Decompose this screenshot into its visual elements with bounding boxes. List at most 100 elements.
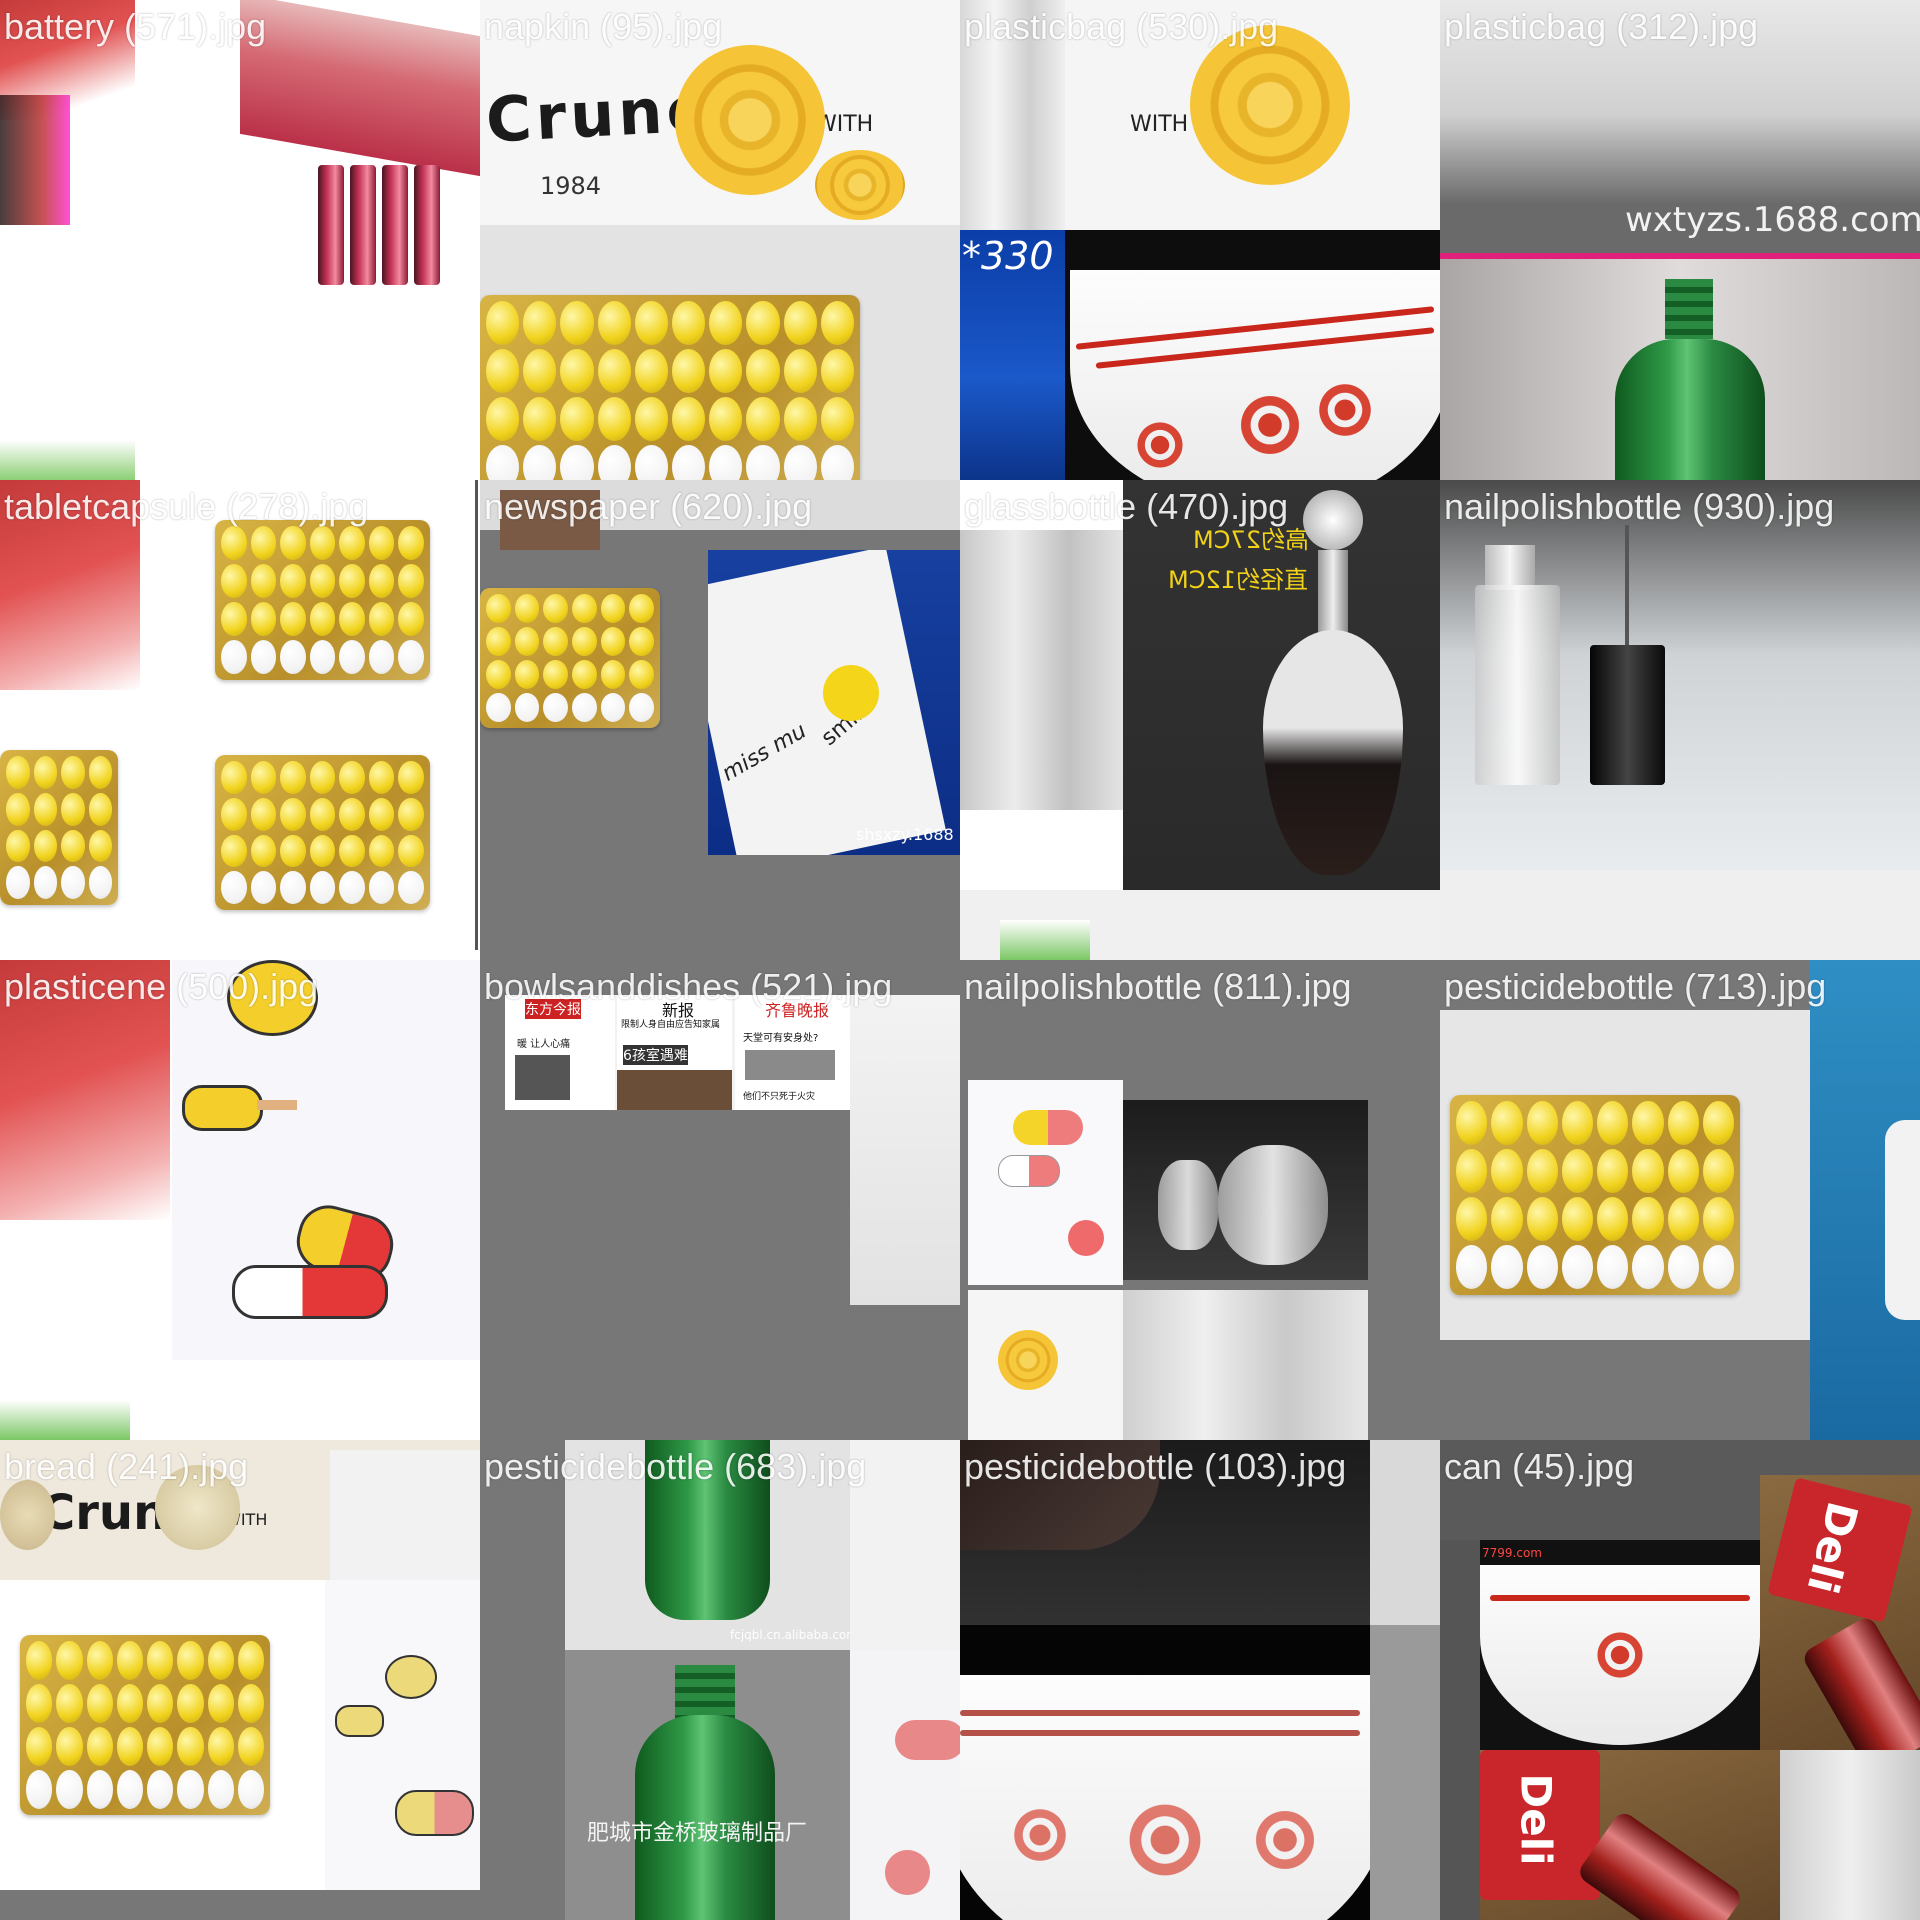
newspaper-collage: 东方今报 暖 让人心痛 新报 限制人身自由应告知家属 6孩室遇难 齐鲁晚报 天堂… <box>505 995 850 1110</box>
pill <box>486 594 511 623</box>
pill <box>1561 1149 1593 1193</box>
nail-bottle-photo <box>1440 480 1920 870</box>
pill <box>514 627 540 656</box>
pill <box>280 871 306 904</box>
tile-tabletcapsule-278[interactable]: tabletcapsule (278).jpg <box>0 480 480 960</box>
pill <box>486 660 511 689</box>
tile-newspaper-620[interactable]: smile miss mu shsxzy.1688 newspaper (620… <box>480 480 960 960</box>
tile-plasticbag-312[interactable]: wxtyzs.1688.com plasticbag (312).jpg <box>1440 0 1920 480</box>
smiley <box>823 665 879 721</box>
blister-pack <box>1450 1095 1740 1295</box>
pill <box>116 1727 143 1766</box>
tile-caption: pesticidebottle (683).jpg <box>484 1446 867 1487</box>
tile-nailpolishbottle-930[interactable]: nailpolishbottle (930).jpg <box>1440 480 1920 960</box>
pill <box>571 594 597 623</box>
tile-pesticidebottle-683[interactable]: fcjqbl.cn.alibaba.com 肥城市金桥玻璃制品厂 pestici… <box>480 1440 960 1920</box>
bowl-flower <box>1125 410 1195 480</box>
pill <box>1491 1245 1523 1289</box>
pill <box>221 834 247 868</box>
pill <box>309 640 336 674</box>
napkin-with-text: WITH <box>1130 112 1189 137</box>
pill <box>26 1770 53 1809</box>
pill <box>88 792 112 826</box>
tile-can-45[interactable]: 7799.com Deli Deli can (45).jpg <box>1440 1440 1920 1920</box>
pill <box>88 756 112 789</box>
pill <box>33 756 57 789</box>
bag-size-text: *330 <box>962 234 1054 278</box>
paper-headline: 限制人身自由应告知家属 <box>621 1020 721 1030</box>
pill <box>709 445 743 480</box>
pill <box>629 693 654 722</box>
tile-pesticidebottle-713[interactable]: pesticidebottle (713).jpg <box>1440 960 1920 1440</box>
pill <box>783 349 817 393</box>
battery-cell-3 <box>382 165 408 285</box>
paper-2: 新报 限制人身自由应告知家属 6孩室遇难 <box>617 995 732 1110</box>
tile-caption: pesticidebottle (103).jpg <box>964 1446 1347 1487</box>
pill <box>339 602 365 636</box>
pill <box>634 445 668 480</box>
leaf-strip <box>0 440 135 480</box>
pill <box>280 640 306 674</box>
pill <box>6 866 30 899</box>
tile-nailpolishbottle-811[interactable]: nailpolishbottle (811).jpg <box>960 960 1440 1440</box>
pill <box>523 397 557 441</box>
paper-photo <box>617 1070 732 1110</box>
round-pill <box>885 1850 930 1895</box>
pill <box>709 349 743 393</box>
pill <box>783 397 817 441</box>
pill <box>398 834 424 868</box>
pill <box>1702 1197 1734 1241</box>
tile-bread-241[interactable]: Crunc WITH bread (241).jpg <box>0 1440 480 1920</box>
pill <box>672 301 706 345</box>
white-red-capsule <box>232 1265 388 1319</box>
pill <box>207 1770 234 1809</box>
bottom-strip <box>0 1890 480 1920</box>
pill <box>1667 1101 1699 1145</box>
bowl-band <box>1490 1595 1750 1601</box>
paper-headline: 他们不只死于火灾 <box>743 1092 816 1102</box>
pill <box>280 602 306 636</box>
tile-battery-571[interactable]: battery (571).jpg <box>0 0 480 480</box>
pill <box>207 1727 234 1766</box>
pill <box>33 792 57 826</box>
pill <box>1456 1149 1488 1193</box>
pill <box>1456 1101 1488 1145</box>
pill <box>398 761 424 794</box>
pill <box>398 640 424 674</box>
pill <box>309 797 336 831</box>
pill <box>560 349 594 393</box>
tile-pesticidebottle-103[interactable]: pesticidebottle (103).jpg <box>960 1440 1440 1920</box>
pill <box>339 564 365 598</box>
pill <box>1526 1197 1558 1241</box>
blister-pack <box>480 588 660 728</box>
perfume-bottle-photo <box>1123 1100 1368 1280</box>
pill <box>147 1684 174 1723</box>
tile-bowlsanddishes-521[interactable]: 东方今报 暖 让人心痛 新报 限制人身自由应告知家属 6孩室遇难 齐鲁晚报 天堂… <box>480 960 960 1440</box>
tile-caption: can (45).jpg <box>1444 1446 1635 1487</box>
tile-plasticene-500[interactable]: plasticene (500).jpg <box>0 960 480 1440</box>
pill <box>1561 1245 1593 1289</box>
pill <box>339 526 365 560</box>
pill <box>398 526 424 560</box>
pill <box>1561 1197 1593 1241</box>
side-panel <box>1370 1440 1440 1625</box>
napkin-photo: smile miss mu shsxzy.1688 <box>708 550 960 855</box>
pill <box>86 1684 113 1723</box>
shop-text: shsxzy.1688 <box>856 825 954 844</box>
pill <box>514 594 540 623</box>
diameter-text: 直径约12CM <box>1168 566 1309 594</box>
pill <box>56 1641 83 1680</box>
pill <box>820 349 854 393</box>
tile-plasticbag-530[interactable]: rı WITH *330 plasticbag (530).jpg <box>960 0 1440 480</box>
pill <box>486 627 511 656</box>
glass-bottle-photo: 高约27CM 直径约12CM <box>1123 480 1440 890</box>
tile-napkin-95[interactable]: Crunc WITH 1984 napkin (95).jpg <box>480 0 960 480</box>
pill <box>523 349 557 393</box>
capsule-pill <box>998 1155 1060 1187</box>
pill <box>56 1770 83 1809</box>
pill <box>486 301 520 345</box>
pill <box>237 1684 264 1723</box>
tile-glassbottle-470[interactable]: 高约27CM 直径约12CM glassbottle (470).jpg <box>960 480 1440 960</box>
pill <box>1702 1149 1734 1193</box>
pill <box>250 834 277 868</box>
